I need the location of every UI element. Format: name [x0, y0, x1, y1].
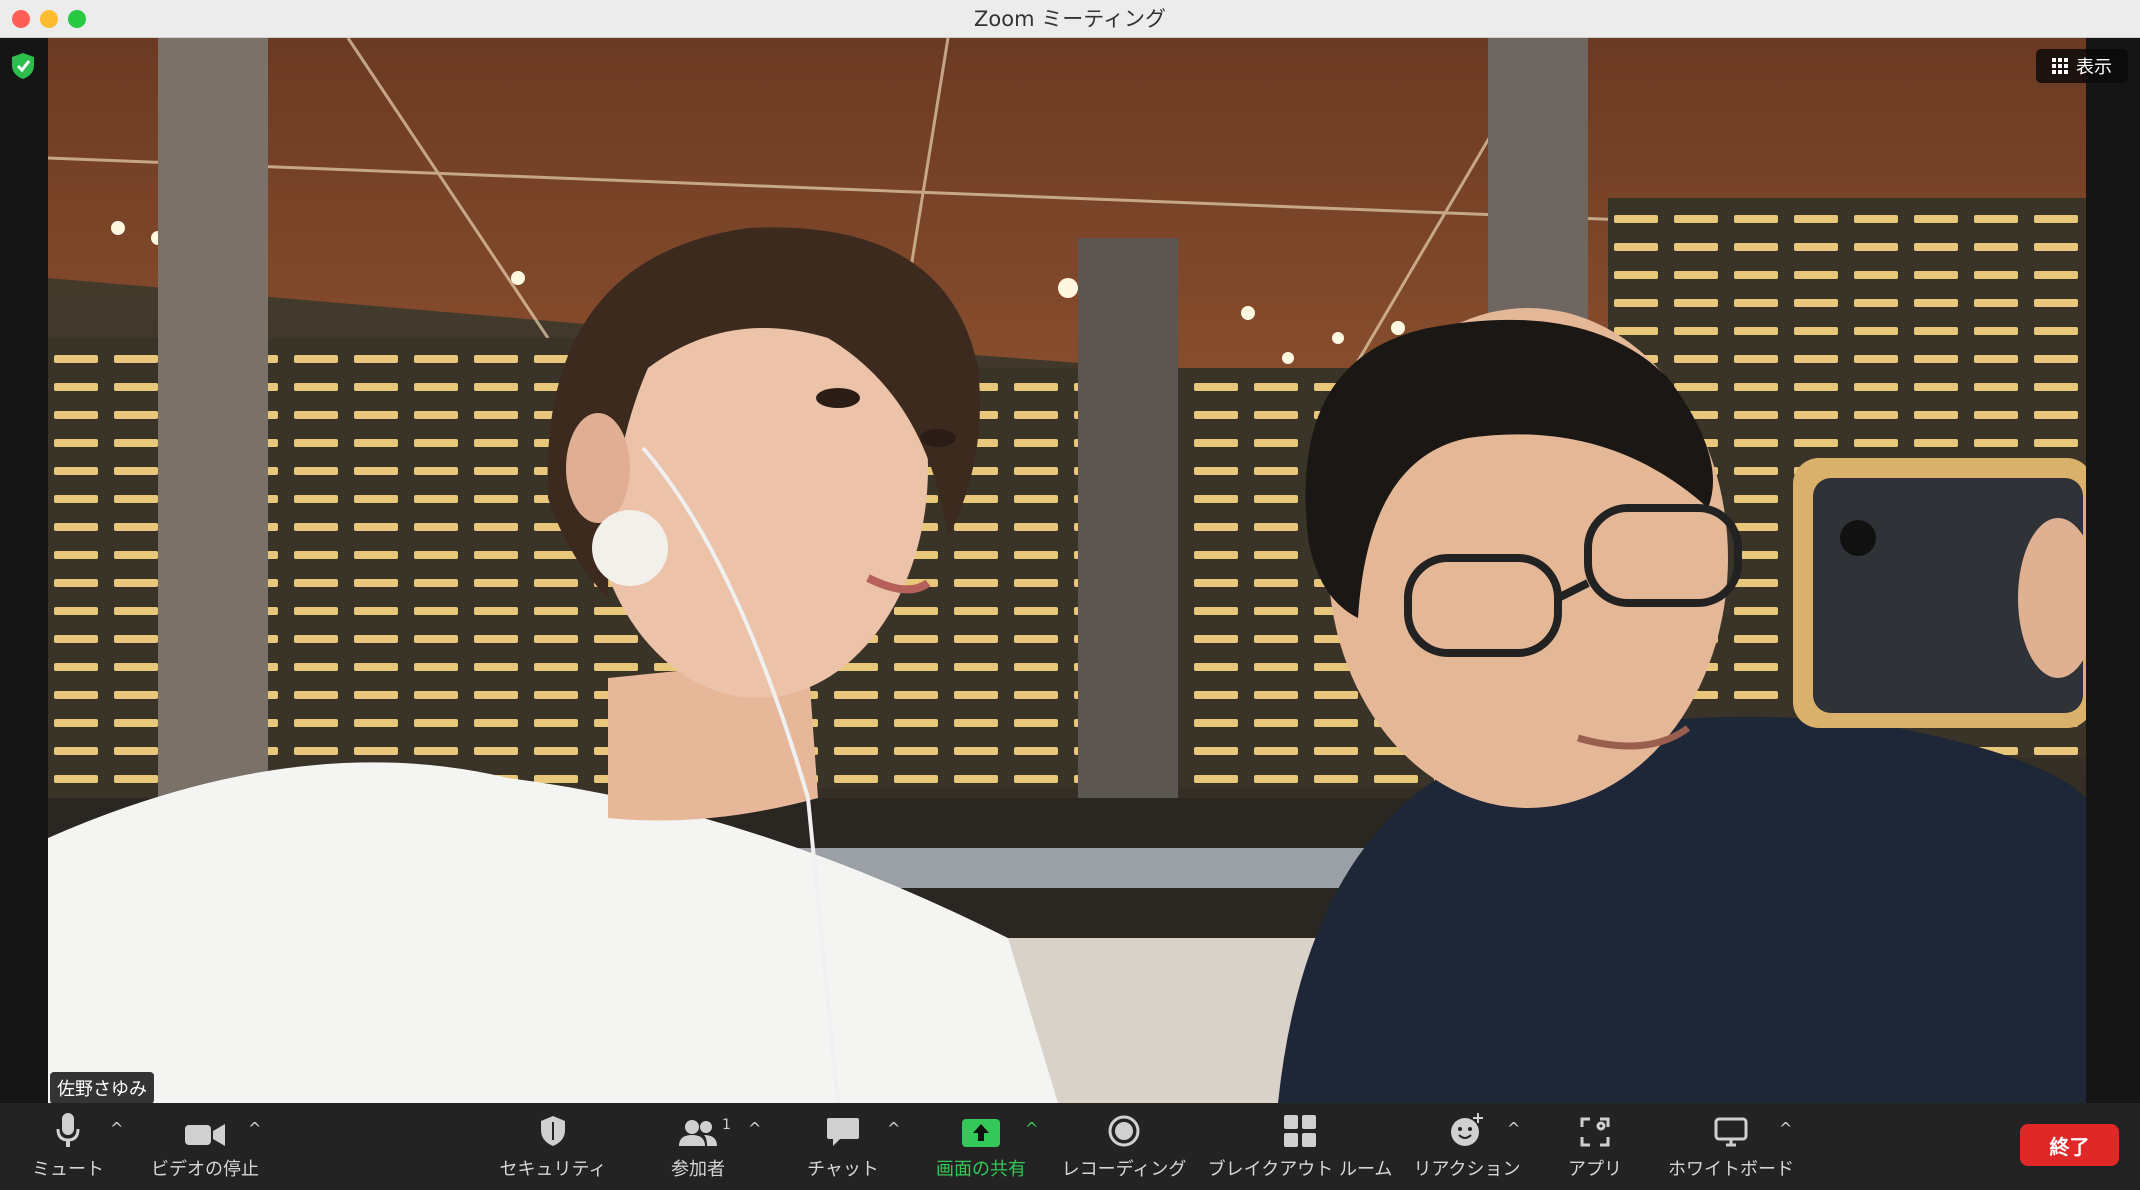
video-camera-icon — [185, 1124, 225, 1146]
whiteboard-icon — [1714, 1117, 1748, 1147]
microphone-icon — [56, 1113, 80, 1147]
shield-icon — [541, 1116, 565, 1146]
end-meeting-button[interactable]: 終了 — [2020, 1124, 2119, 1166]
window-titlebar: Zoom ミーティング — [0, 0, 2140, 38]
reaction-smiley-icon — [1451, 1113, 1483, 1146]
view-button-label: 表示 — [2076, 57, 2112, 78]
participants-count: 1 — [722, 1117, 731, 1133]
security-shield-icon[interactable] — [10, 52, 36, 80]
record-button[interactable]: レコーディング — [1034, 1109, 1214, 1185]
share-screen-icon — [962, 1119, 1000, 1147]
participant-video[interactable] — [48, 38, 2086, 1103]
view-button[interactable]: 表示 — [2036, 49, 2128, 83]
stop-video-button[interactable]: ビデオの停止 — [115, 1109, 295, 1185]
video-options-caret-icon[interactable]: ^ — [248, 1119, 261, 1138]
meeting-stage: 表示 — [0, 38, 2140, 1103]
share-screen-label: 画面の共有 — [936, 1159, 1026, 1180]
security-label: セキュリティ — [499, 1159, 607, 1180]
stop-video-label: ビデオの停止 — [151, 1159, 259, 1180]
record-label: レコーディング — [1061, 1159, 1187, 1180]
participants-icon — [679, 1120, 717, 1146]
record-icon — [1108, 1115, 1140, 1147]
participant-name-tag: 佐野さゆみ — [50, 1072, 154, 1104]
chat-bubble-icon — [827, 1118, 859, 1146]
whiteboard-options-caret-icon[interactable]: ^ — [1779, 1119, 1792, 1138]
chat-label: チャット — [807, 1159, 879, 1180]
window-title: Zoom ミーティング — [974, 7, 1166, 31]
breakout-rooms-icon — [1284, 1115, 1316, 1147]
apps-label: アプリ — [1568, 1159, 1622, 1180]
whiteboard-button[interactable]: ホワイトボード — [1641, 1109, 1821, 1185]
grid-icon — [2052, 58, 2068, 74]
participants-label: 参加者 — [671, 1159, 725, 1180]
breakout-rooms-label: ブレイクアウト ルーム — [1207, 1159, 1393, 1180]
apps-icon — [1580, 1117, 1610, 1147]
meeting-toolbar: ミュート ^ ビデオの停止 ^ セキュリティ 参加者 1 ^ チャット ^ 画面… — [0, 1103, 2140, 1190]
mute-label: ミュート — [32, 1159, 104, 1180]
breakout-rooms-button[interactable]: ブレイクアウト ルーム — [1207, 1109, 1393, 1185]
whiteboard-label: ホワイトボード — [1668, 1159, 1794, 1180]
